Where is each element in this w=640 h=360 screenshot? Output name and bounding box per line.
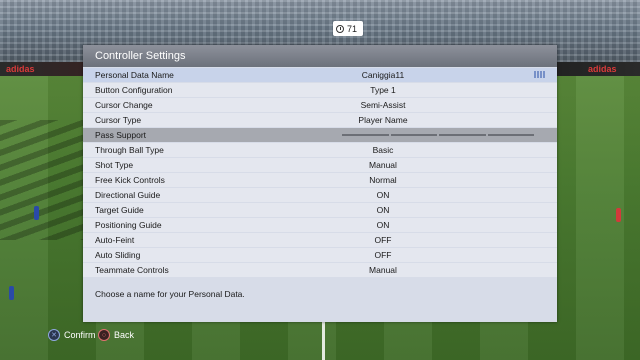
ad-left: adidas [6, 64, 35, 74]
setting-value: Caniggia11 [361, 70, 405, 80]
setting-value: Normal [369, 175, 397, 185]
setting-pass-support[interactable]: Pass Support [83, 128, 557, 142]
setting-value: Semi-Assist [360, 100, 406, 110]
setting-directional-guide[interactable]: Directional Guide ON [83, 188, 557, 202]
setting-label: Free Kick Controls [95, 175, 165, 185]
setting-label: Pass Support [95, 130, 147, 140]
setting-value: ON [376, 190, 390, 200]
setting-label: Teammate Controls [95, 265, 169, 275]
setting-value: OFF [374, 250, 392, 260]
controller-settings-panel: Controller Settings Personal Data Name C… [83, 45, 557, 322]
setting-value: Player Name [358, 115, 408, 125]
player-figure [9, 286, 14, 300]
setting-label: Cursor Change [95, 100, 153, 110]
setting-shot-type[interactable]: Shot Type Manual [83, 158, 557, 172]
clock-icon [336, 24, 344, 33]
ad-right: adidas [588, 64, 617, 74]
keyboard-icon[interactable] [534, 71, 545, 78]
setting-value: Manual [369, 265, 397, 275]
setting-value: Type 1 [370, 85, 396, 95]
setting-auto-feint[interactable]: Auto-Feint OFF [83, 233, 557, 247]
setting-label: Through Ball Type [95, 145, 164, 155]
pass-support-slider[interactable] [342, 134, 534, 136]
setting-label: Button Configuration [95, 85, 173, 95]
setting-free-kick-controls[interactable]: Free Kick Controls Normal [83, 173, 557, 187]
setting-target-guide[interactable]: Target Guide ON [83, 203, 557, 217]
circle-button-icon: ○ [98, 329, 110, 341]
clock-value: 71 [347, 23, 358, 34]
setting-button-configuration[interactable]: Button Configuration Type 1 [83, 83, 557, 97]
setting-label: Target Guide [95, 205, 144, 215]
player-figure [616, 208, 621, 222]
confirm-label: Confirm [64, 330, 96, 340]
player-figure [34, 206, 39, 220]
setting-label: Shot Type [95, 160, 134, 170]
setting-label: Auto Sliding [95, 250, 141, 260]
back-label: Back [114, 330, 135, 340]
setting-value: ON [376, 205, 390, 215]
setting-cursor-change[interactable]: Cursor Change Semi-Assist [83, 98, 557, 112]
setting-label: Directional Guide [95, 190, 161, 200]
setting-teammate-controls[interactable]: Teammate Controls Manual [83, 263, 557, 277]
confirm-button[interactable]: ✕ Confirm [48, 328, 96, 342]
settings-list: Personal Data Name Caniggia11 Button Con… [83, 68, 557, 278]
setting-label: Cursor Type [95, 115, 142, 125]
cross-button-icon: ✕ [48, 329, 60, 341]
setting-value: Basic [372, 145, 394, 155]
setting-label: Personal Data Name [95, 70, 174, 80]
setting-positioning-guide[interactable]: Positioning Guide ON [83, 218, 557, 232]
match-clock: 71 [333, 21, 363, 36]
setting-auto-sliding[interactable]: Auto Sliding OFF [83, 248, 557, 262]
setting-through-ball-type[interactable]: Through Ball Type Basic [83, 143, 557, 157]
setting-value: OFF [374, 235, 392, 245]
help-text: Choose a name for your Personal Data. [95, 289, 245, 299]
pitch-shadow [0, 120, 90, 240]
setting-value: ON [376, 220, 390, 230]
setting-label: Positioning Guide [95, 220, 162, 230]
panel-title: Controller Settings [83, 45, 557, 67]
back-button[interactable]: ○ Back [98, 328, 134, 342]
setting-label: Auto-Feint [95, 235, 135, 245]
setting-value: Manual [369, 160, 397, 170]
setting-cursor-type[interactable]: Cursor Type Player Name [83, 113, 557, 127]
setting-personal-data-name[interactable]: Personal Data Name Caniggia11 [83, 68, 557, 82]
